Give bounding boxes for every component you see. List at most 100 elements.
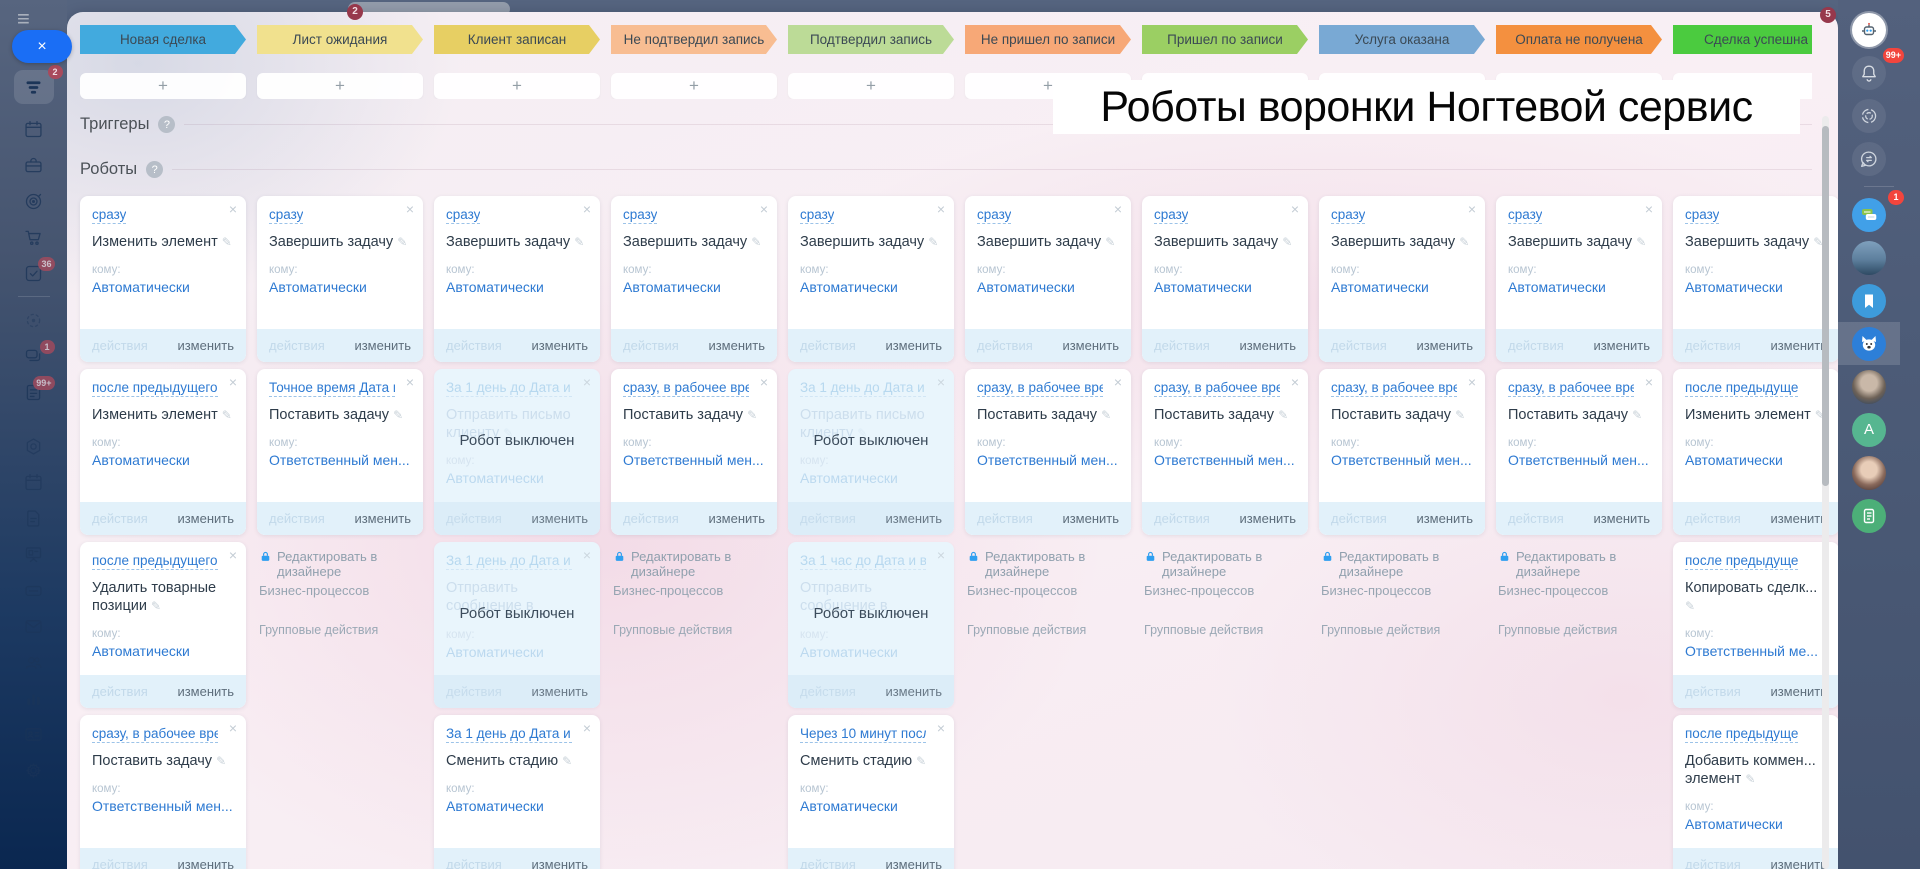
support-rings[interactable] <box>1838 94 1900 137</box>
assignee-link[interactable]: Ответственный ме... <box>1685 643 1827 659</box>
sidebar-item-presentation[interactable] <box>22 543 46 565</box>
robot-card[interactable]: За 1 день до Дата и вр...×Отправить сооб… <box>434 542 600 708</box>
sidebar-item-payments[interactable] <box>22 579 46 601</box>
sidebar-item-mail[interactable] <box>22 615 46 637</box>
assignee-link[interactable]: Автоматически <box>800 470 942 486</box>
edit-pencil-icon[interactable]: ✎ <box>1455 408 1465 422</box>
assignee-link[interactable]: Автоматически <box>92 279 234 295</box>
edit-pencil-icon[interactable]: ✎ <box>397 235 407 249</box>
trigger-link[interactable]: Точное время Дата и ... <box>269 379 395 397</box>
robot-card[interactable]: сразу, в рабочее врем... × Поставить задач… <box>1142 369 1308 535</box>
locked-robot-card[interactable]: Редактировать в дизайнере Бизнес-процессо… <box>257 542 423 708</box>
close-icon[interactable]: × <box>583 721 591 735</box>
edit-pencil-icon[interactable]: ✎ <box>1632 408 1642 422</box>
assignee-link[interactable]: Автоматически <box>446 644 588 660</box>
assignee-link[interactable]: Автоматически <box>1685 816 1827 832</box>
close-icon[interactable]: × <box>229 548 237 562</box>
trigger-link[interactable]: сразу <box>446 206 481 224</box>
edit-button[interactable]: изменить <box>177 684 234 699</box>
robot-card[interactable]: после предыдуще×Изменить элемент ✎кому:А… <box>1673 369 1838 535</box>
stage-tab-10[interactable]: Сделка успешна <box>1673 25 1812 54</box>
trigger-link[interactable]: сразу <box>977 206 1012 224</box>
edit-button[interactable]: изменить <box>1770 684 1827 699</box>
edit-button[interactable]: изменить <box>531 684 588 699</box>
add-robot-button[interactable]: + <box>257 73 423 99</box>
robot-card[interactable]: после предыдущего, п... × Изменить элемент… <box>80 369 246 535</box>
edit-pencil-icon[interactable]: ✎ <box>928 235 938 249</box>
sidebar-item-goals[interactable] <box>22 190 46 212</box>
edit-button[interactable]: изменить <box>1062 511 1119 526</box>
stage-tab-4[interactable]: Не подтвердил запись <box>611 25 777 54</box>
dog-avatar[interactable] <box>1838 322 1900 365</box>
trigger-link[interactable]: сразу, в рабочее время <box>623 379 749 397</box>
robot-card[interactable]: сразу, в рабочее время × Поставить задачу … <box>965 369 1131 535</box>
edit-button[interactable]: изменить <box>1239 511 1296 526</box>
sidebar-item-calendar[interactable] <box>22 118 46 140</box>
edit-pencil-icon[interactable]: ✎ <box>151 599 161 613</box>
robot-card[interactable]: Через 10 минут после... × Сменить стадию ✎… <box>788 715 954 869</box>
edit-button[interactable]: изменить <box>1593 511 1650 526</box>
trigger-link[interactable]: после предыдуще <box>1685 379 1799 397</box>
trigger-link[interactable]: За 1 час до Дата и вре... <box>800 552 926 570</box>
edit-pencil-icon[interactable]: ✎ <box>1105 235 1115 249</box>
close-icon[interactable]: × <box>1291 202 1299 216</box>
assignee-link[interactable]: Автоматически <box>800 279 942 295</box>
sidebar-item-contacts[interactable] <box>22 723 46 745</box>
close-icon[interactable]: × <box>760 375 768 389</box>
close-icon[interactable]: × <box>1114 202 1122 216</box>
assignee-link[interactable]: Ответственный мен... <box>269 452 411 468</box>
robot-card[interactable]: сразу × Изменить элемент ✎ кому: Автоматичес… <box>80 196 246 362</box>
robot-card[interactable]: сразу×Завершить задачу ✎кому:Автоматичес… <box>1673 196 1838 362</box>
robot-card[interactable]: сразу, в рабочее врем... × Поставить задач… <box>80 715 246 869</box>
edit-pencil-icon[interactable]: ✎ <box>1282 235 1292 249</box>
add-robot-button[interactable]: + <box>434 73 600 99</box>
robot-card[interactable]: сразу, в рабочее врем... × Поставить задач… <box>1496 369 1662 535</box>
trigger-link[interactable]: сразу, в рабочее время <box>977 379 1103 397</box>
trigger-link[interactable]: За 1 день до Дата и вр... <box>800 379 926 397</box>
add-robot-button[interactable]: + <box>80 73 246 99</box>
edit-pencil-icon[interactable]: ✎ <box>574 235 584 249</box>
help-icon[interactable]: ? <box>146 161 164 178</box>
stage-tab-1[interactable]: Новая сделка <box>80 25 246 54</box>
edit-button[interactable]: изменить <box>1770 338 1827 353</box>
close-icon[interactable]: × <box>406 202 414 216</box>
trigger-link[interactable]: после предыдуще <box>1685 725 1799 743</box>
close-icon[interactable]: × <box>1468 202 1476 216</box>
edit-button[interactable]: изменить <box>531 511 588 526</box>
trigger-link[interactable]: Через 10 минут после... <box>800 725 926 743</box>
edit-button[interactable]: изменить <box>1593 338 1650 353</box>
robot-card[interactable]: За 1 день до Дата и вр...×Отправить пись… <box>434 369 600 535</box>
assignee-link[interactable]: Автоматически <box>446 279 588 295</box>
trigger-link[interactable]: сразу <box>269 206 304 224</box>
assignee-link[interactable]: Ответственный мен... <box>1508 452 1650 468</box>
trigger-link[interactable]: сразу <box>623 206 658 224</box>
trigger-link[interactable]: после предыдущего, п... <box>92 379 218 397</box>
edit-button[interactable]: изменить <box>885 684 942 699</box>
edit-button[interactable]: изменить <box>177 511 234 526</box>
add-robot-button[interactable]: + <box>611 73 777 99</box>
robot-card[interactable]: Точное время Дата и ... × Поставить задачу… <box>257 369 423 535</box>
robot-card[interactable]: сразу×Завершить задачу ✎кому:Автоматичес… <box>1319 196 1485 362</box>
edit-button[interactable]: изменить <box>1770 857 1827 869</box>
close-icon[interactable]: × <box>229 202 237 216</box>
edit-button[interactable]: изменить <box>708 338 765 353</box>
close-icon[interactable]: × <box>937 721 945 735</box>
assignee-link[interactable]: Автоматически <box>1154 279 1296 295</box>
edit-pencil-icon[interactable]: ✎ <box>1278 408 1288 422</box>
sidebar-item-team[interactable] <box>22 651 46 673</box>
help-icon[interactable]: ? <box>158 116 176 133</box>
robot-card[interactable]: после предыдущего × Удалить товарные позиц… <box>80 542 246 708</box>
edit-pencil-icon[interactable]: ✎ <box>222 235 232 249</box>
trigger-link[interactable]: За 1 день до Дата и вр... <box>446 725 572 743</box>
robot-card[interactable]: За 1 час до Дата и вре...×Отправить сооб… <box>788 542 954 708</box>
stage-tab-5[interactable]: Подтвердил запись <box>788 25 954 54</box>
assignee-link[interactable]: Автоматически <box>92 452 234 468</box>
trigger-link[interactable]: За 1 день до Дата и вр... <box>446 552 572 570</box>
locked-robot-card[interactable]: Редактировать в дизайнере Бизнес-процессо… <box>1319 542 1485 708</box>
close-icon[interactable]: × <box>406 375 414 389</box>
stage-tab-6[interactable]: Не пришел по записи <box>965 25 1131 54</box>
robot-card[interactable]: после предыдуще×Добавить коммен... элеме… <box>1673 715 1838 869</box>
assignee-link[interactable]: Автоматически <box>623 279 765 295</box>
menu-icon[interactable]: ≡ <box>17 8 30 30</box>
sidebar-item-notes[interactable]: 99+ <box>22 376 55 403</box>
